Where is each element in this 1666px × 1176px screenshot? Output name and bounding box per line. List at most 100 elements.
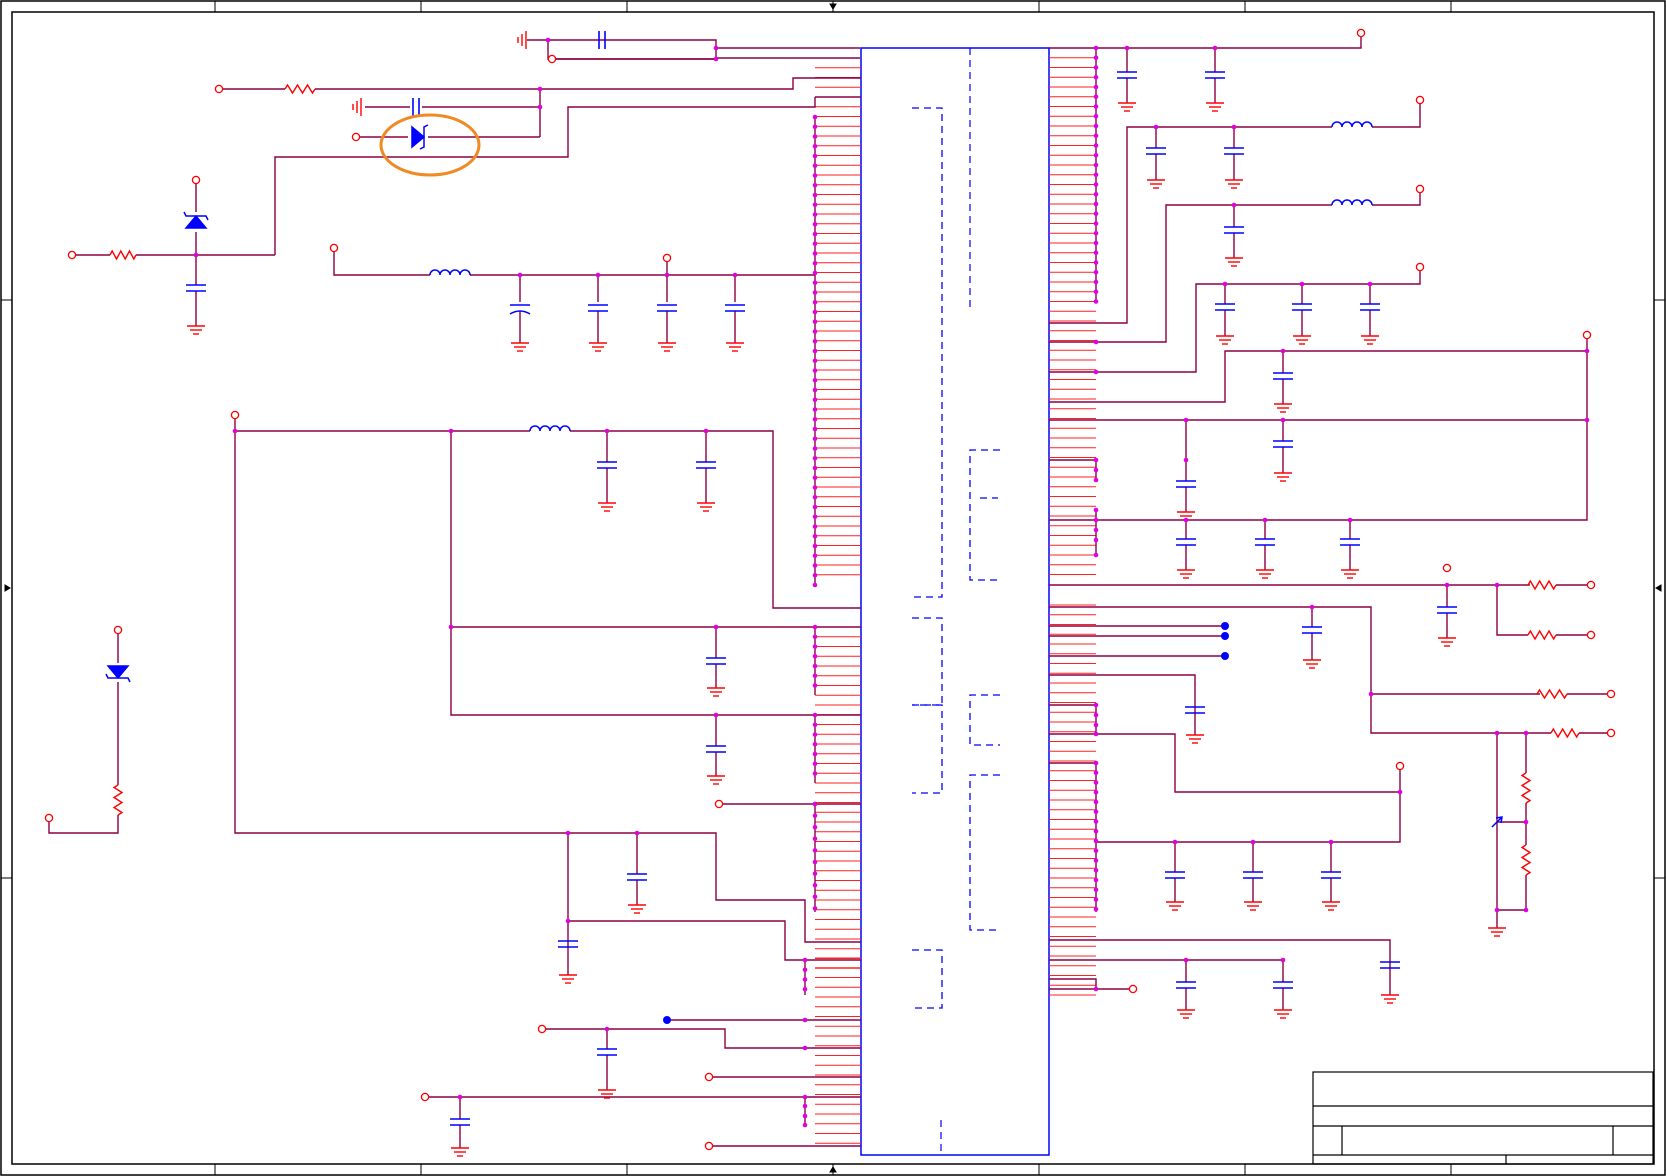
junction-dot: [812, 653, 818, 659]
junction-dot: [812, 299, 818, 305]
junction-dot: [1093, 269, 1099, 275]
junction-dot: [812, 143, 818, 149]
junction-dot: [812, 836, 818, 842]
junction-dot: [1523, 819, 1529, 825]
junction-dot: [1093, 887, 1099, 893]
junction-dot: [1183, 457, 1189, 463]
junction-dot: [1093, 897, 1099, 902]
junction-dot: [713, 45, 719, 51]
junction-dot: [812, 801, 818, 807]
junction-dot: [1183, 957, 1189, 963]
junction-dot: [1093, 477, 1099, 483]
junction-dot: [812, 624, 818, 630]
junction-dot: [634, 830, 640, 836]
junction-dot: [812, 712, 818, 718]
junction-dot: [812, 543, 818, 549]
junction-dot: [1093, 789, 1099, 795]
port-circle-icon: [1606, 689, 1616, 699]
junction-dot: [812, 553, 818, 559]
junction-dot: [448, 624, 454, 630]
junction-dot: [1093, 74, 1099, 80]
junction-dot: [1093, 279, 1099, 285]
junction-dot: [1280, 417, 1286, 423]
net-dot: [1221, 652, 1229, 660]
port-circle-icon: [1128, 984, 1138, 994]
junction-dot: [812, 485, 818, 490]
port-circle-icon: [1415, 262, 1425, 272]
junction-dot: [812, 134, 818, 139]
junction-dot: [1093, 906, 1099, 912]
junction-dot: [703, 428, 709, 434]
junction-dot: [1093, 838, 1099, 844]
junction-dot: [1093, 369, 1099, 375]
junction-dot: [1093, 201, 1099, 207]
junction-dot: [1093, 221, 1099, 226]
junction-dot: [1262, 517, 1268, 523]
junction-dot: [812, 813, 818, 818]
junction-dot: [812, 446, 818, 451]
port-circle-icon: [44, 813, 54, 823]
junction-dot: [1093, 133, 1099, 139]
junction-dot: [802, 1113, 808, 1119]
junction-dot: [1093, 94, 1099, 100]
junction-dot: [1093, 760, 1099, 766]
junction-dot: [812, 634, 818, 640]
junction-dot: [1093, 507, 1099, 513]
junction-dot: [812, 882, 818, 888]
junction-dot: [1093, 55, 1099, 61]
junction-dot: [812, 436, 818, 442]
junction-dot: [664, 272, 670, 278]
junction-dot: [1093, 731, 1099, 737]
junction-dot: [812, 309, 818, 315]
junction-dot: [1367, 281, 1373, 287]
junction-dot: [812, 153, 818, 159]
junction-dot: [537, 86, 543, 92]
junction-dot: [812, 475, 818, 481]
junction-dot: [1093, 84, 1099, 90]
junction-dot: [812, 859, 818, 865]
junction-dot: [812, 348, 818, 354]
junction-dot: [812, 722, 818, 728]
junction-dot: [1093, 260, 1099, 265]
junction-dot: [1093, 702, 1099, 708]
junction-dot: [1093, 819, 1099, 824]
junction-dot: [812, 673, 818, 679]
junction-dot: [812, 514, 818, 520]
junction-dot: [812, 683, 818, 688]
port-circle-icon: [214, 84, 224, 94]
junction-dot: [802, 986, 808, 992]
junction-dot: [812, 582, 818, 588]
junction-dot: [812, 761, 818, 767]
junction-dot: [1368, 691, 1374, 697]
junction-dot: [812, 173, 818, 178]
junction-dot: [812, 231, 818, 237]
junction-dot: [812, 338, 818, 344]
junction-dot: [1153, 124, 1159, 130]
junction-dot: [1093, 457, 1099, 463]
junction-dot: [1397, 789, 1403, 795]
junction-dot: [812, 524, 818, 529]
junction-dot: [812, 202, 818, 208]
junction-dot: [802, 1017, 808, 1023]
junction-dot: [604, 1026, 610, 1032]
junction-dot: [1093, 809, 1099, 815]
port-circle-icon: [714, 799, 724, 809]
junction-dot: [812, 894, 818, 900]
junction-dot: [1093, 858, 1099, 863]
junction-dot: [713, 624, 719, 630]
junction-dot: [812, 241, 818, 247]
net-dot: [1221, 632, 1229, 640]
junction-dot: [1093, 339, 1099, 345]
junction-dot: [812, 871, 818, 876]
junction-dot: [1093, 65, 1099, 70]
junction-dot: [1093, 722, 1099, 728]
junction-dot: [232, 428, 238, 434]
port-circle-icon: [1582, 330, 1592, 340]
port-circle-icon: [1442, 563, 1452, 573]
junction-dot: [1584, 348, 1590, 354]
junction-dot: [565, 830, 571, 836]
junction-dot: [1093, 104, 1099, 109]
junction-dot: [812, 114, 818, 120]
port-circle-icon: [704, 1072, 714, 1082]
junction-dot: [812, 563, 818, 568]
